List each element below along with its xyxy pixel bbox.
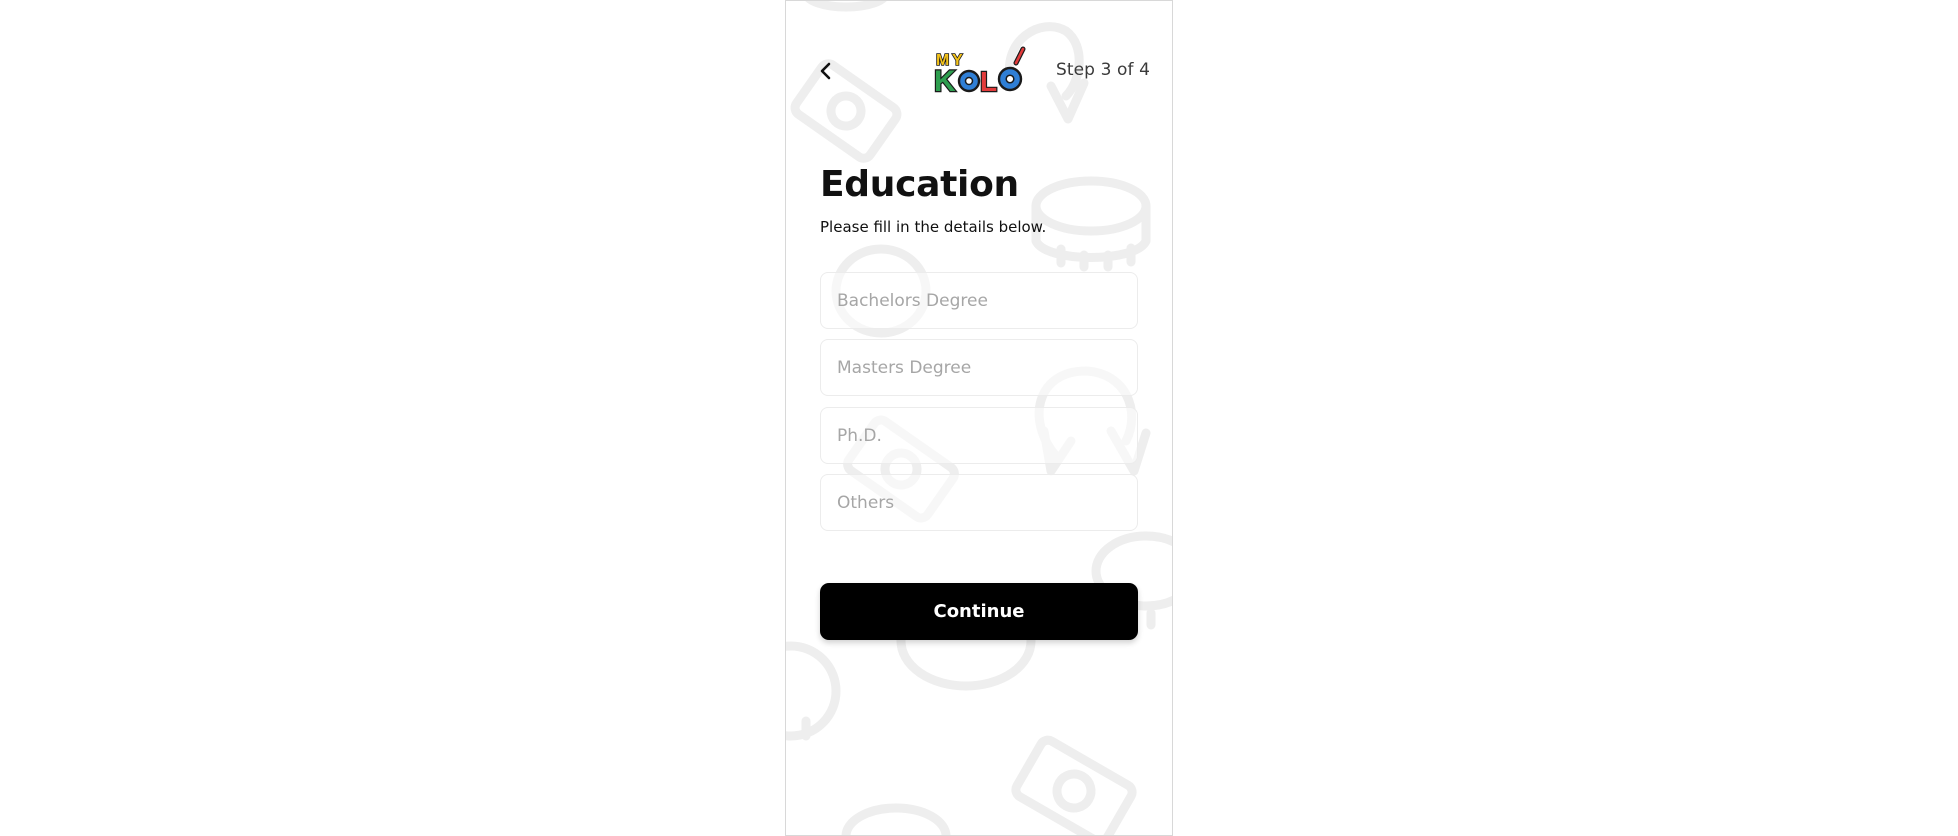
bachelors-degree-input[interactable]: [820, 272, 1138, 329]
header: M Y K L Step 3 of 4: [786, 1, 1172, 141]
mykolo-logo: M Y K L: [933, 46, 1026, 97]
phd-input[interactable]: [820, 407, 1138, 464]
step-indicator: Step 3 of 4: [1055, 60, 1150, 80]
back-button[interactable]: [814, 59, 838, 83]
chevron-left-icon: [820, 62, 831, 80]
screen: M Y K L Step 3 of 4 Education Please fil: [0, 0, 1958, 836]
phone-frame: M Y K L Step 3 of 4 Education Please fil: [785, 0, 1173, 836]
svg-text:K: K: [934, 65, 956, 97]
svg-text:L: L: [980, 66, 997, 97]
page-title: Education: [820, 164, 1019, 205]
others-input[interactable]: [820, 474, 1138, 531]
masters-degree-input[interactable]: [820, 339, 1138, 396]
continue-button[interactable]: Continue: [820, 583, 1138, 640]
page-subtitle: Please fill in the details below.: [820, 218, 1047, 236]
